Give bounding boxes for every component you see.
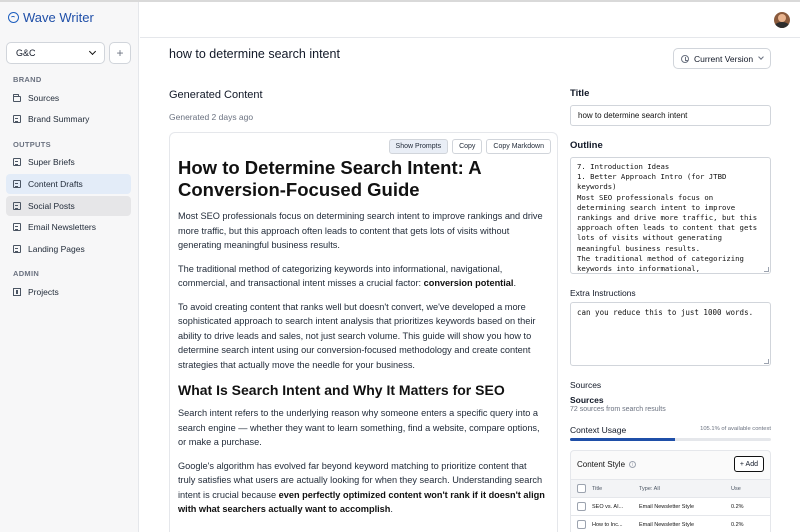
- avatar[interactable]: [774, 12, 790, 28]
- article-paragraph: The traditional method of categorizing k…: [178, 262, 546, 291]
- select-all-checkbox[interactable]: [577, 484, 586, 493]
- brand[interactable]: Wave Writer: [8, 10, 94, 25]
- chevron-down-icon: [88, 47, 97, 56]
- folder-icon: [13, 93, 21, 102]
- sidebar-item-content-drafts[interactable]: Content Drafts: [6, 174, 131, 194]
- context-usage-percent: 105.1% of available context: [700, 426, 771, 432]
- sidebar-item-label: Content Drafts: [28, 179, 83, 189]
- title-label: Title: [570, 88, 590, 99]
- content-toolbar: Show Prompts Copy Copy Markdown: [388, 139, 551, 154]
- outline-textarea[interactable]: 7. Introduction Ideas 1. Better Approach…: [570, 157, 771, 274]
- sidebar-item-label: Sources: [28, 93, 60, 103]
- row-checkbox[interactable]: [577, 502, 586, 511]
- sidebar-item-label: Social Posts: [28, 201, 75, 211]
- sidebar-item-label: Email Newsletters: [28, 222, 97, 232]
- table-row[interactable]: How to Inc... Email Newsletter Style 0.2…: [571, 515, 770, 532]
- article-body: How to Determine Search Intent: A Conver…: [178, 157, 546, 526]
- cell-title: How to Inc...: [592, 521, 623, 528]
- document-icon: [13, 115, 21, 123]
- document-icon: [13, 180, 21, 188]
- copy-button[interactable]: Copy: [452, 139, 483, 154]
- column-header-title[interactable]: Title: [592, 486, 639, 492]
- section-label-admin: ADMIN: [13, 269, 40, 278]
- sidebar-item-brand-summary[interactable]: Brand Summary: [6, 109, 131, 129]
- resize-handle-icon[interactable]: [764, 359, 769, 364]
- table-row[interactable]: SEO vs. AI... Email Newsletter Style 0.2…: [571, 497, 770, 515]
- show-prompts-button[interactable]: Show Prompts: [388, 139, 449, 154]
- content-style-table: Title Type: All Use SEO vs. AI... Email …: [571, 479, 770, 532]
- cell-type: Email Newsletter Style: [639, 503, 695, 510]
- column-header-use: Use: [731, 485, 741, 492]
- document-icon: [13, 202, 21, 210]
- content-style-card: Content Style i + Add Title Type: All Us…: [570, 450, 771, 532]
- sources-count: 72 sources from search results: [570, 406, 666, 413]
- chevron-down-icon: [758, 54, 764, 60]
- sidebar-item-sources[interactable]: Sources: [6, 88, 131, 108]
- table-header-row: Title Type: All Use: [571, 479, 770, 497]
- version-select[interactable]: Current Version: [673, 48, 771, 69]
- paragraph-end: .: [390, 504, 393, 514]
- sidebar-item-super-briefs[interactable]: Super Briefs: [6, 152, 131, 172]
- sidebar-item-label: Super Briefs: [28, 157, 75, 167]
- app-name: Wave Writer: [23, 10, 94, 25]
- cell-use: 0.2%: [731, 521, 744, 528]
- grid-icon: [13, 288, 21, 296]
- sidebar-item-projects[interactable]: Projects: [6, 282, 131, 302]
- document-icon: [13, 223, 21, 231]
- document-icon: [13, 158, 21, 166]
- page-title: how to determine search intent: [169, 47, 340, 61]
- sidebar-item-landing-pages[interactable]: Landing Pages: [6, 239, 131, 259]
- paragraph-end: .: [513, 278, 517, 288]
- add-workspace-button[interactable]: +: [109, 42, 131, 64]
- paragraph-bold: conversion potential: [423, 278, 514, 288]
- workspace-select[interactable]: G&C: [6, 42, 105, 64]
- sidebar-item-label: Projects: [28, 287, 59, 297]
- row-checkbox[interactable]: [577, 520, 586, 529]
- copy-markdown-button[interactable]: Copy Markdown: [486, 139, 551, 154]
- context-usage-label: Context Usage: [570, 425, 627, 435]
- column-header-type-filter[interactable]: Type: All: [639, 486, 731, 492]
- content-style-label: Content Style: [577, 460, 626, 469]
- sources-title[interactable]: Sources: [570, 395, 604, 405]
- document-icon: [13, 245, 21, 253]
- content-style-heading: Content Style i: [577, 460, 637, 469]
- title-input[interactable]: how to determine search intent: [570, 105, 771, 126]
- sidebar-item-social-posts[interactable]: Social Posts: [6, 196, 131, 216]
- article-paragraph: Search intent refers to the underlying r…: [178, 408, 540, 447]
- sidebar-item-label: Brand Summary: [28, 114, 90, 124]
- clock-icon: [681, 54, 689, 63]
- extra-instructions-textarea[interactable]: can you reduce this to just 1000 words.: [570, 302, 771, 366]
- extra-instructions-label: Extra Instructions: [570, 288, 636, 298]
- sources-section-label: Sources: [570, 380, 602, 390]
- section-label-brand: BRAND: [13, 75, 42, 84]
- wave-logo-icon: [8, 12, 19, 23]
- sidebar-item-email-newsletters[interactable]: Email Newsletters: [6, 217, 131, 237]
- version-select-value: Current Version: [694, 53, 754, 64]
- article-paragraph: To avoid creating content that ranks wel…: [178, 301, 536, 370]
- generated-content-heading: Generated Content: [169, 89, 263, 101]
- article-paragraph: Most SEO professionals focus on determin…: [178, 211, 543, 250]
- sidebar: Wave Writer G&C + BRAND Sources Brand Su…: [0, 2, 139, 532]
- context-usage-bar: [570, 438, 771, 441]
- cell-use: 0.2%: [731, 503, 744, 510]
- article-title: How to Determine Search Intent: A Conver…: [178, 157, 481, 200]
- generated-content-card: Show Prompts Copy Copy Markdown How to D…: [169, 132, 558, 532]
- article-subheading: What Is Search Intent and Why It Matters…: [178, 382, 505, 398]
- workspace-name: G&C: [16, 48, 36, 58]
- article-paragraph: Google's algorithm has evolved far beyon…: [178, 459, 546, 517]
- section-label-outputs: OUTPUTS: [13, 140, 51, 149]
- cell-type: Email Newsletter Style: [639, 521, 695, 528]
- cell-title: SEO vs. AI...: [592, 503, 624, 510]
- outline-label: Outline: [570, 140, 603, 151]
- resize-handle-icon[interactable]: [764, 267, 769, 272]
- top-header: [140, 2, 800, 38]
- info-icon[interactable]: i: [629, 461, 637, 468]
- sidebar-item-label: Landing Pages: [28, 244, 85, 254]
- generated-timestamp: Generated 2 days ago: [169, 112, 254, 122]
- add-style-button[interactable]: + Add: [733, 456, 764, 472]
- context-usage-fill: [570, 438, 675, 441]
